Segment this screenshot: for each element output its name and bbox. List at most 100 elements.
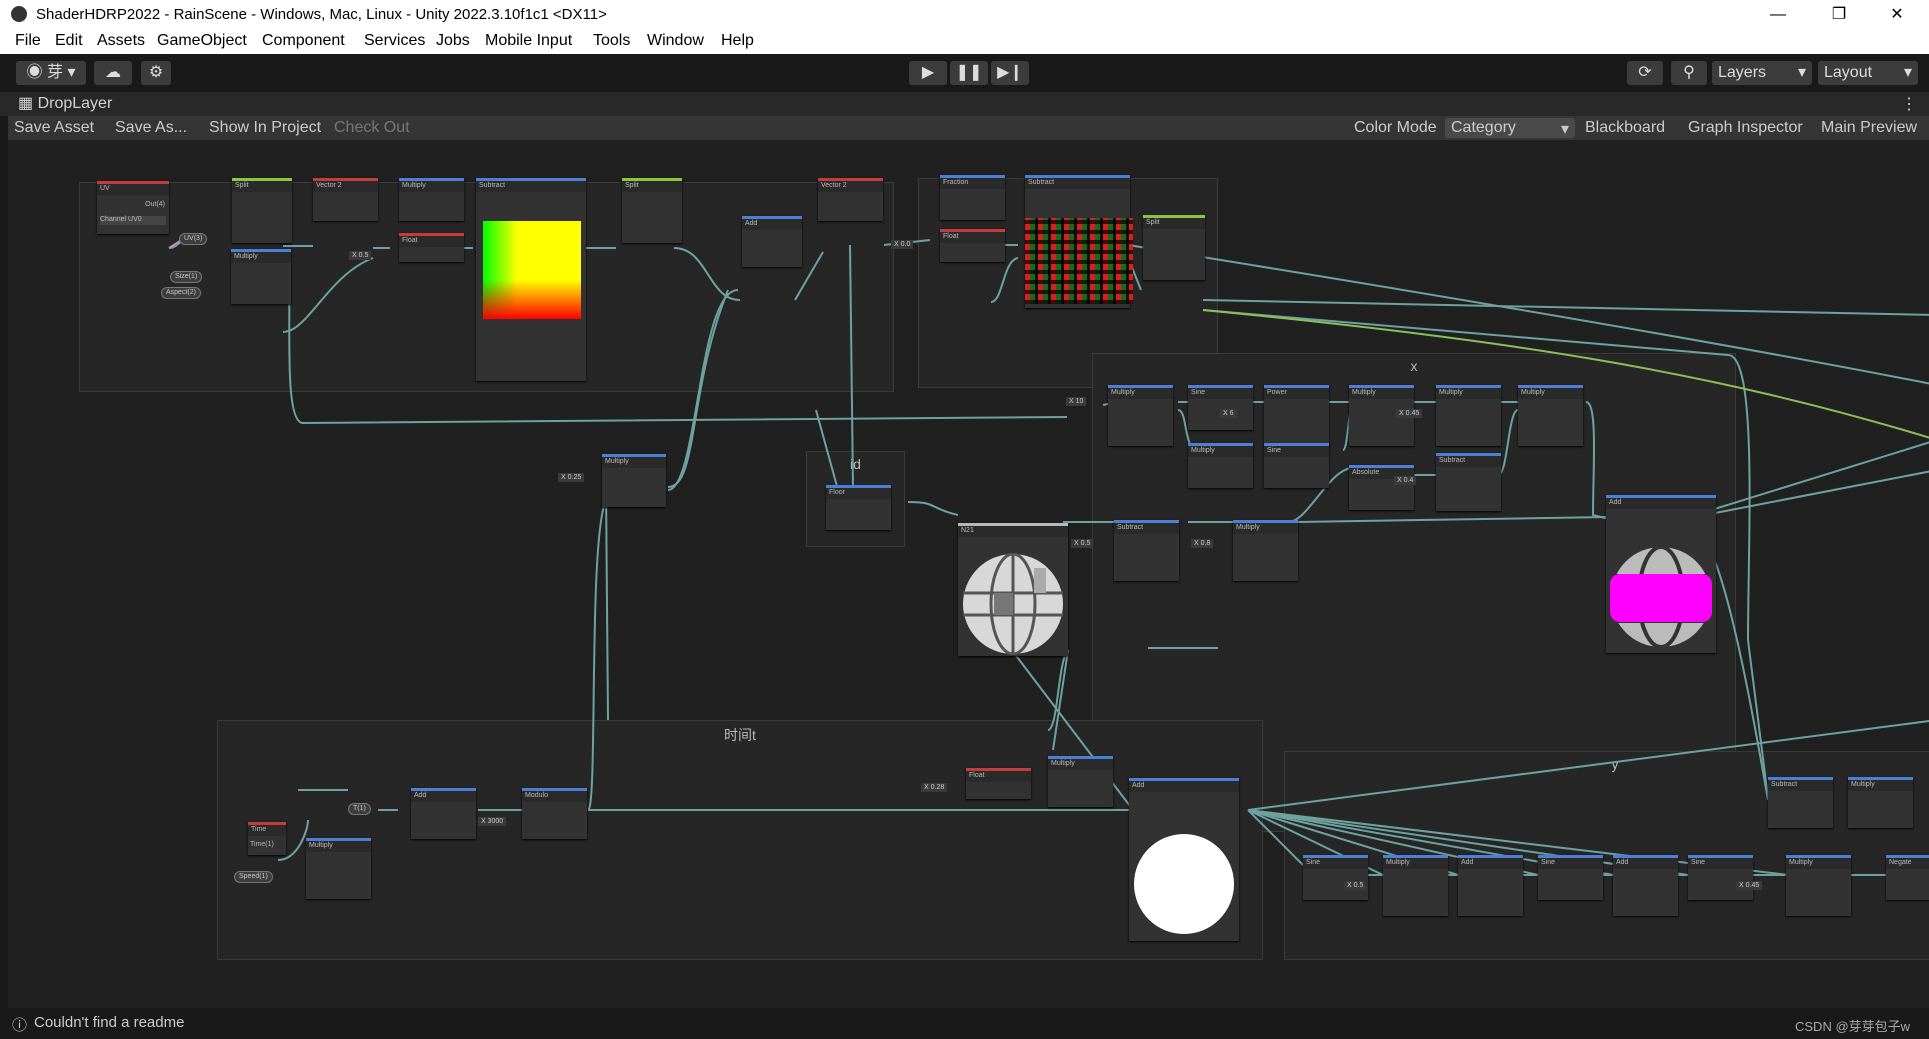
graph-inspector-button[interactable]: Graph Inspector [1688,119,1803,137]
node-sine-y1[interactable]: Sine [1303,855,1368,900]
node-multiply-x6[interactable]: Multiply [1233,520,1298,581]
node-add-y2[interactable]: Add [1613,855,1678,916]
node-float-gv[interactable]: Float [940,229,1005,262]
node-power[interactable]: Power [1264,385,1329,446]
node-time[interactable]: Time Time(1) [248,822,286,855]
main-preview-button[interactable]: Main Preview [1821,119,1917,137]
channel-dropdown[interactable]: Channel UV0 [100,216,166,225]
node-split-1[interactable]: Split [232,178,292,243]
float-input[interactable]: X 0.5 [349,251,372,260]
search-button[interactable]: ⚲ [1671,61,1707,85]
node-sine-y3[interactable]: Sine [1688,855,1753,900]
node-multiply-x4[interactable]: Multiply [1518,385,1583,446]
property-size[interactable]: Size(1) [170,271,203,283]
node-float-t[interactable]: Float [966,768,1031,799]
node-multiply-y[interactable]: Multiply [1848,777,1913,828]
property-speed[interactable]: Speed(1) [234,871,273,883]
maximize-button[interactable]: ❐ [1817,2,1861,28]
more-options-icon[interactable]: ⋮ [1901,94,1917,114]
account-button[interactable]: ◉ 芽 ▾ [16,61,86,85]
node-n21[interactable]: N21 [958,523,1068,656]
property-t[interactable]: T(1) [348,803,371,815]
property-aspect[interactable]: Aspect(2) [161,287,201,299]
collab-button[interactable]: ⚙ [141,61,171,85]
node-add-1[interactable]: Add [742,216,802,267]
node-sine-2[interactable]: Sine [1264,443,1329,488]
float-input[interactable]: X 0.28 [921,783,948,792]
node-absolute[interactable]: Absolute [1349,465,1414,510]
node-subtract-y[interactable]: Subtract [1768,777,1833,828]
menu-window[interactable]: Window [647,32,704,50]
float-input[interactable]: X 6 [1220,409,1237,418]
save-asset-button[interactable]: Save Asset [14,119,94,137]
menu-component[interactable]: Component [262,32,345,50]
play-button[interactable]: ▶ [909,61,947,85]
show-in-project-button[interactable]: Show In Project [209,119,321,137]
float-input[interactable]: X 0.45 [1736,881,1763,890]
status-message[interactable]: Couldn't find a readme [34,1014,184,1031]
node-subtract-x2[interactable]: Subtract [1114,520,1179,581]
node-subtract-gv[interactable]: Subtract [1025,175,1133,308]
menu-mobile-input[interactable]: Mobile Input [485,32,572,50]
node-multiply-y2[interactable]: Multiply [1383,855,1448,916]
color-mode-dropdown[interactable]: Category ▾ [1445,118,1575,138]
float-input[interactable]: X 0.45 [1396,409,1423,418]
float-input[interactable]: X 10 [1066,397,1087,406]
history-button[interactable]: ⟳ [1627,61,1663,85]
float-input[interactable]: X 0.25 [558,473,585,482]
node-subtract-1[interactable]: Subtract [476,178,586,381]
tab-droplayer[interactable]: ▦ DropLayer [10,92,130,116]
node-vector2-b[interactable]: Vector 2 [818,178,883,221]
node-split-2[interactable]: Split [622,178,682,243]
layers-dropdown[interactable]: Layers ▾ [1712,61,1812,85]
shader-graph-canvas[interactable]: uv gv x id 时间t y [8,140,1929,1008]
node-multiply-t2[interactable]: Multiply [1048,756,1113,807]
node-fraction[interactable]: Fraction [940,175,1005,220]
menu-assets[interactable]: Assets [97,32,145,50]
node-floor[interactable]: Floor [826,485,891,530]
node-add-t2[interactable]: Add [1129,778,1239,941]
node-uv[interactable]: UV Out(4) Channel UV0 [97,181,169,234]
node-negate[interactable]: Negate [1886,855,1929,900]
float-input[interactable]: X 0.0 [891,240,914,249]
pause-button[interactable]: ❚❚ [950,61,988,85]
node-sine-1[interactable]: Sine [1188,385,1253,430]
node-add-y[interactable]: Add [1458,855,1523,916]
float-input[interactable]: X 0.5 [1071,539,1094,548]
node-vector2-a[interactable]: Vector 2 [313,178,378,221]
menu-services[interactable]: Services [364,32,425,50]
float-input[interactable]: X 0.4 [1394,476,1417,485]
menu-jobs[interactable]: Jobs [436,32,470,50]
menu-help[interactable]: Help [721,32,754,50]
menu-tools[interactable]: Tools [593,32,630,50]
node-multiply-y3[interactable]: Multiply [1786,855,1851,916]
float-input[interactable]: X 0.8 [1191,539,1214,548]
node-multiply-x5[interactable]: Multiply [1188,443,1253,488]
node-modulo[interactable]: Modulo [522,788,587,839]
blackboard-button[interactable]: Blackboard [1585,119,1665,137]
float-input[interactable]: X 0.5 [1344,881,1367,890]
node-multiply-x1[interactable]: Multiply [1108,385,1173,446]
menu-file[interactable]: File [15,32,41,50]
node-multiply-2[interactable]: Multiply [231,249,291,304]
node-float-1[interactable]: Float [399,233,464,262]
layout-dropdown[interactable]: Layout ▾ [1818,61,1918,85]
node-add-t[interactable]: Add [411,788,476,839]
minimize-button[interactable]: — [1756,2,1800,28]
check-out-button[interactable]: Check Out [334,119,410,137]
node-add-x[interactable]: Add [1606,495,1716,653]
step-button[interactable]: ▶❙ [991,61,1029,85]
node-sine-y2[interactable]: Sine [1538,855,1603,900]
save-as-button[interactable]: Save As... [115,119,187,137]
node-multiply-x3[interactable]: Multiply [1436,385,1501,446]
cloud-button[interactable]: ☁ [94,61,132,85]
close-button[interactable]: ✕ [1875,2,1919,28]
node-split-gv[interactable]: Split [1143,215,1205,280]
menu-gameobject[interactable]: GameObject [157,32,247,50]
node-subtract-x[interactable]: Subtract [1436,453,1501,511]
node-multiply-id[interactable]: Multiply [602,454,666,507]
node-multiply-1[interactable]: Multiply [399,178,464,221]
node-multiply-t[interactable]: Multiply [306,838,371,899]
menu-edit[interactable]: Edit [55,32,83,50]
float-input[interactable]: X 3000 [478,817,507,826]
